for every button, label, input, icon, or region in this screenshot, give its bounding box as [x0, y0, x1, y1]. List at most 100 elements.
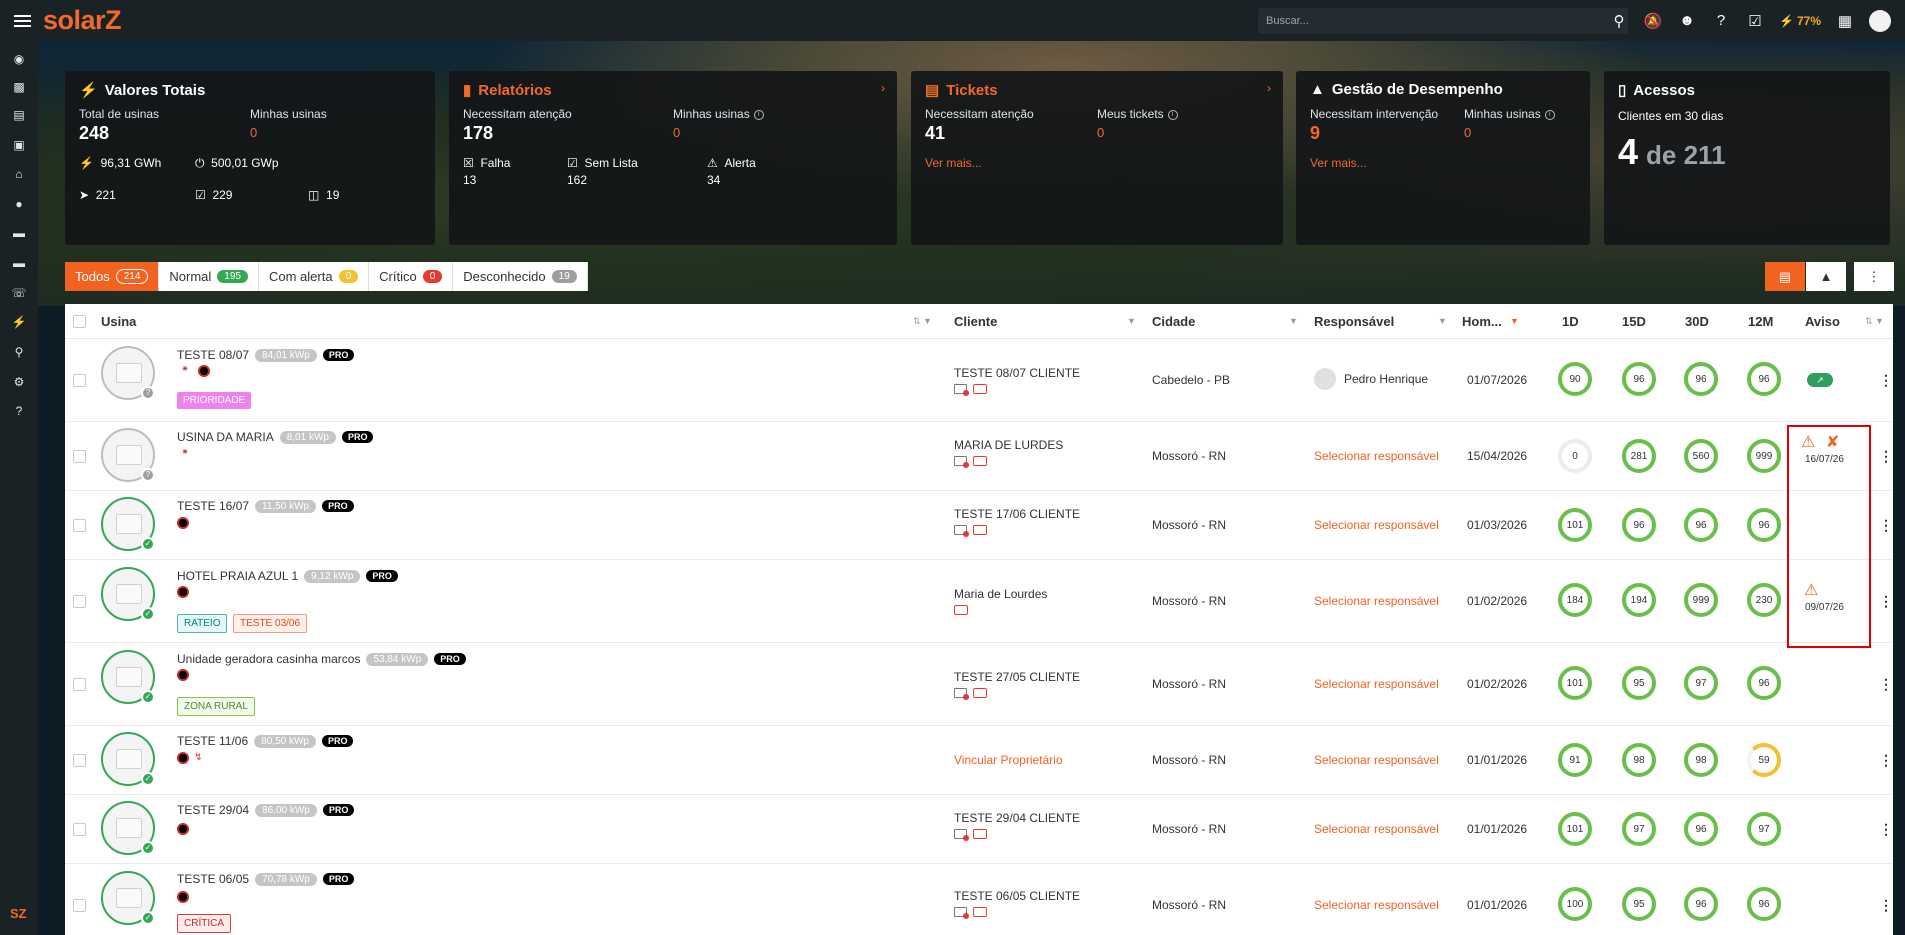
row-checkbox[interactable]	[73, 678, 86, 691]
menu-icon[interactable]	[14, 14, 31, 27]
user-avatar[interactable]	[1869, 9, 1891, 32]
ver-mais-link[interactable]: Ver mais...	[925, 156, 982, 170]
sort-desc-icon[interactable]: ▼	[1510, 316, 1519, 326]
dashboard-icon[interactable]: ◉	[11, 51, 27, 67]
performance-ring-15d[interactable]: 95	[1622, 666, 1656, 700]
battery-badge[interactable]: ⚡ 77%	[1779, 14, 1821, 28]
table-row[interactable]: ✓ TESTE 11/06 80,50 kWp PRO ↯ Vincular Pro…	[65, 726, 1893, 795]
money-icon[interactable]: ▣	[11, 137, 27, 153]
search-input[interactable]: Buscar...	[1258, 8, 1628, 34]
row-checkbox[interactable]	[73, 899, 86, 912]
performance-ring-12m[interactable]: 97	[1747, 812, 1781, 846]
performance-ring-12m[interactable]: 96	[1747, 508, 1781, 542]
grid-icon[interactable]: ▩	[11, 79, 27, 95]
chevron-right-icon[interactable]: ›	[1267, 81, 1271, 95]
message-icon[interactable]	[973, 525, 987, 535]
plug-icon[interactable]: ⚡	[11, 314, 27, 330]
performance-ring-1d[interactable]: 100	[1558, 887, 1592, 921]
row-checkbox[interactable]	[73, 374, 86, 387]
id-card-icon[interactable]	[954, 829, 969, 841]
info-icon[interactable]: i	[1544, 109, 1555, 120]
select-responsible-link[interactable]: Selecionar responsável	[1314, 898, 1439, 912]
credit-card-icon[interactable]: ▬	[11, 255, 27, 271]
performance-ring-30d[interactable]: 97	[1684, 666, 1718, 700]
search-icon[interactable]: ⚲	[1609, 11, 1629, 31]
help-icon[interactable]: ?	[1711, 11, 1731, 31]
performance-ring-30d[interactable]: 96	[1684, 508, 1718, 542]
app-logo[interactable]: solarZ	[43, 5, 122, 36]
performance-ring-15d[interactable]: 95	[1622, 887, 1656, 921]
usina-thumbnail[interactable]: ?	[101, 428, 155, 482]
performance-ring-30d[interactable]: 96	[1684, 887, 1718, 921]
performance-ring-12m[interactable]: 999	[1747, 439, 1781, 473]
chevron-right-icon[interactable]: ›	[881, 81, 885, 95]
select-responsible-link[interactable]: Selecionar responsável	[1314, 594, 1439, 608]
performance-ring-1d[interactable]: 91	[1558, 743, 1592, 777]
row-menu-icon[interactable]: ⋮	[1879, 897, 1893, 914]
message-icon[interactable]	[973, 456, 987, 466]
file-icon[interactable]: ▤	[11, 107, 27, 123]
row-menu-icon[interactable]: ⋮	[1879, 372, 1893, 389]
help-icon[interactable]: ?	[11, 403, 27, 419]
performance-ring-30d[interactable]: 999	[1684, 583, 1718, 617]
performance-ring-1d[interactable]: 184	[1558, 583, 1592, 617]
card-gestao-desempenho[interactable]: ▲ Gestão de Desempenho Necessitam interve…	[1296, 71, 1590, 245]
table-row[interactable]: ✓ TESTE 16/07 11,50 kWp PRO TESTE 17/06 CL…	[65, 491, 1893, 560]
performance-ring-15d[interactable]: 194	[1622, 583, 1656, 617]
row-menu-icon[interactable]: ⋮	[1879, 676, 1893, 693]
filter-icon[interactable]: ▼	[1438, 316, 1447, 326]
performance-ring-15d[interactable]: 96	[1622, 508, 1656, 542]
table-row[interactable]: ✓ TESTE 06/05 70,78 kWp PRO CRÍTICA TESTE …	[65, 864, 1893, 935]
id-card-icon[interactable]	[954, 907, 969, 919]
performance-ring-12m[interactable]: 96	[1747, 887, 1781, 921]
link-owner-link[interactable]: Vincular Proprietário	[954, 753, 1063, 767]
message-icon[interactable]	[973, 907, 987, 917]
person-icon[interactable]: ●	[11, 196, 27, 212]
tasks-icon[interactable]: ☑	[1745, 11, 1765, 31]
info-icon[interactable]: i	[753, 109, 764, 120]
monitor-view-button[interactable]: ▤	[1765, 262, 1805, 291]
row-menu-icon[interactable]: ⋮	[1879, 448, 1893, 465]
whatsapp-icon[interactable]: ☏	[11, 285, 27, 301]
card-relatorios[interactable]: ▮ Relatórios › Necessitam atenção 178 Min…	[449, 71, 897, 245]
performance-ring-30d[interactable]: 98	[1684, 743, 1718, 777]
sort-icon[interactable]: ⇅ ▼	[913, 316, 932, 327]
row-menu-icon[interactable]: ⋮	[1879, 593, 1893, 610]
tab-com-alerta[interactable]: Com alerta 0	[259, 262, 370, 291]
performance-ring-1d[interactable]: 101	[1558, 508, 1592, 542]
id-card-icon[interactable]	[954, 525, 969, 537]
row-menu-icon[interactable]: ⋮	[1879, 517, 1893, 534]
row-checkbox[interactable]	[73, 754, 86, 767]
message-icon[interactable]	[954, 605, 968, 615]
row-checkbox[interactable]	[73, 519, 86, 532]
usina-thumbnail[interactable]: ✓	[101, 567, 155, 621]
table-row[interactable]: ? TESTE 08/07 84,01 kWp PRO ☀ PRIORIDADE T…	[65, 339, 1893, 422]
trend-up-icon[interactable]: ↗	[1807, 373, 1833, 387]
performance-ring-1d[interactable]: 101	[1558, 666, 1592, 700]
info-icon[interactable]: i	[1167, 109, 1178, 120]
performance-ring-12m[interactable]: 59	[1747, 743, 1781, 777]
apps-grid-icon[interactable]: ▦	[1835, 11, 1855, 31]
performance-ring-12m[interactable]: 96	[1747, 362, 1781, 396]
row-checkbox[interactable]	[73, 595, 86, 608]
more-options-button[interactable]: ⋮	[1854, 262, 1894, 291]
ver-mais-link[interactable]: Ver mais...	[1310, 156, 1367, 170]
home-icon[interactable]: ⌂	[11, 166, 27, 182]
tab-normal[interactable]: Normal 195	[159, 262, 259, 291]
message-icon[interactable]	[973, 829, 987, 839]
performance-ring-12m[interactable]: 96	[1747, 666, 1781, 700]
usina-thumbnail[interactable]: ✓	[101, 871, 155, 925]
select-responsible-link[interactable]: Selecionar responsável	[1314, 822, 1439, 836]
performance-ring-15d[interactable]: 98	[1622, 743, 1656, 777]
select-responsible-link[interactable]: Selecionar responsável	[1314, 677, 1439, 691]
select-all-checkbox[interactable]	[73, 315, 86, 328]
row-checkbox[interactable]	[73, 823, 86, 836]
tab-critico[interactable]: Crítico 0	[369, 262, 454, 291]
id-card-icon[interactable]	[954, 688, 969, 700]
message-icon[interactable]	[973, 688, 987, 698]
performance-ring-15d[interactable]: 96	[1622, 362, 1656, 396]
usina-thumbnail[interactable]: ✓	[101, 497, 155, 551]
performance-ring-30d[interactable]: 96	[1684, 812, 1718, 846]
filter-icon[interactable]: ▼	[1127, 316, 1136, 326]
performance-ring-1d[interactable]: 101	[1558, 812, 1592, 846]
